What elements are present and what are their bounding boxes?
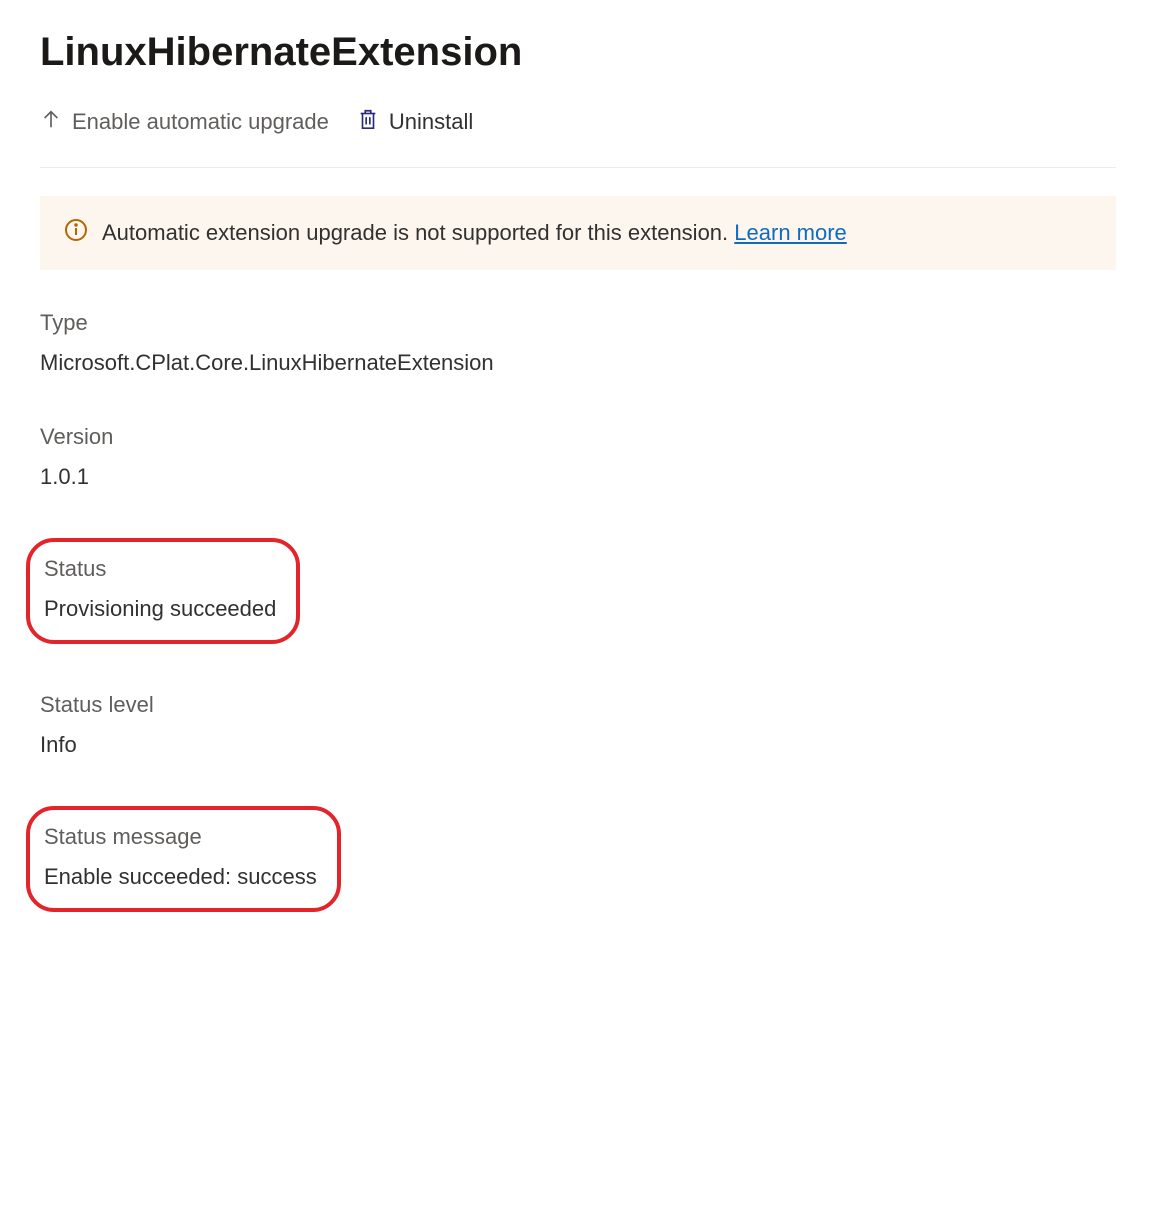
uninstall-label: Uninstall <box>389 109 473 135</box>
field-version: Version 1.0.1 <box>40 424 1116 490</box>
trash-icon <box>357 107 379 137</box>
field-label-status-message: Status message <box>44 824 317 850</box>
field-value-type: Microsoft.CPlat.Core.LinuxHibernateExten… <box>40 350 1116 376</box>
info-banner-message: Automatic extension upgrade is not suppo… <box>102 220 728 245</box>
learn-more-link[interactable]: Learn more <box>734 220 847 245</box>
uninstall-button[interactable]: Uninstall <box>357 105 473 139</box>
highlight-status: Status Provisioning succeeded <box>26 538 300 644</box>
highlight-status-message: Status message Enable succeeded: success <box>26 806 341 912</box>
info-banner: Automatic extension upgrade is not suppo… <box>40 196 1116 270</box>
field-type: Type Microsoft.CPlat.Core.LinuxHibernate… <box>40 310 1116 376</box>
field-label-status-level: Status level <box>40 692 1116 718</box>
info-icon <box>64 218 88 248</box>
field-value-version: 1.0.1 <box>40 464 1116 490</box>
field-value-status-level: Info <box>40 732 1116 758</box>
field-label-type: Type <box>40 310 1116 336</box>
arrow-up-icon <box>40 108 62 136</box>
field-status-level: Status level Info <box>40 692 1116 758</box>
info-banner-text: Automatic extension upgrade is not suppo… <box>102 220 847 246</box>
page-title: LinuxHibernateExtension <box>40 30 1116 75</box>
field-value-status: Provisioning succeeded <box>44 596 276 622</box>
enable-auto-upgrade-button[interactable]: Enable automatic upgrade <box>40 106 329 138</box>
toolbar: Enable automatic upgrade Uninstall <box>40 105 1116 168</box>
enable-auto-upgrade-label: Enable automatic upgrade <box>72 109 329 135</box>
field-label-version: Version <box>40 424 1116 450</box>
field-value-status-message: Enable succeeded: success <box>44 864 317 890</box>
field-label-status: Status <box>44 556 276 582</box>
